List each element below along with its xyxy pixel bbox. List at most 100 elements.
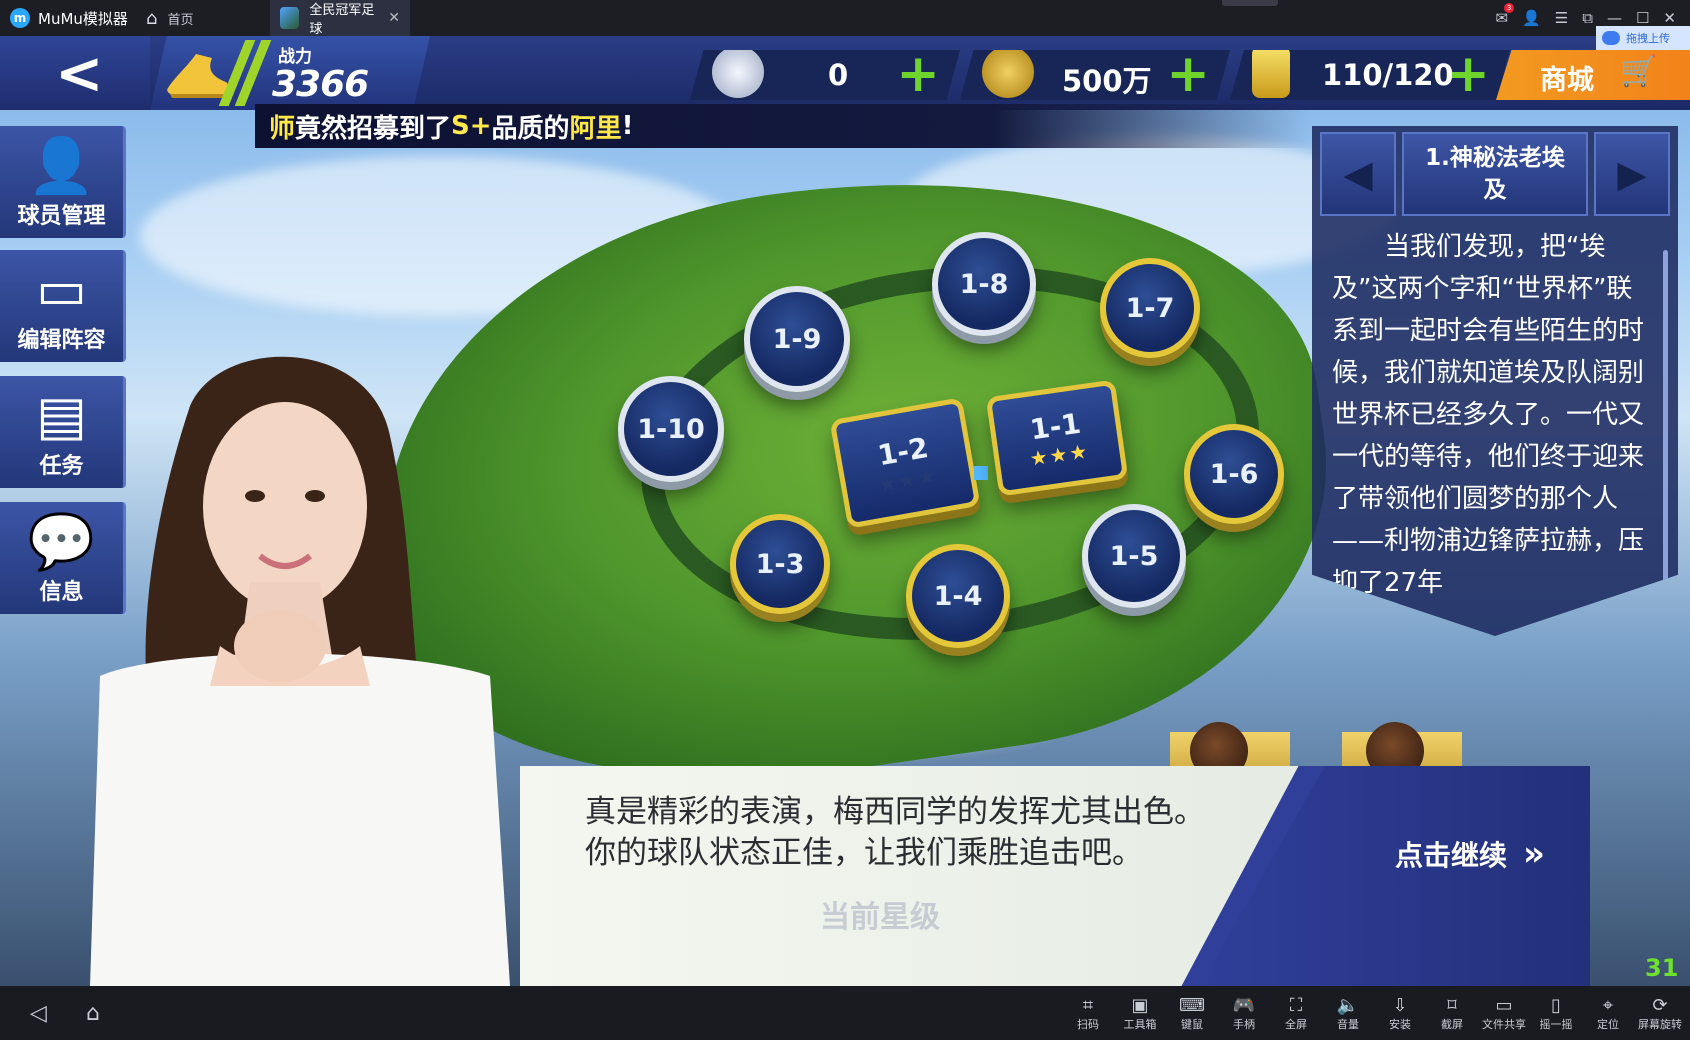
announce-quality: S+ bbox=[451, 111, 492, 141]
tool-volume[interactable]: 🔈 音量 bbox=[1322, 994, 1374, 1032]
side-menu-messages[interactable]: 💬 信息 bbox=[0, 502, 126, 614]
continue-button[interactable]: 点击继续 » bbox=[1395, 834, 1545, 874]
tool-label: 文件共享 bbox=[1482, 1018, 1526, 1031]
announce-text: 品质的 bbox=[491, 113, 570, 144]
minimize-icon[interactable]: — bbox=[1607, 9, 1622, 27]
star-icon: ★ bbox=[1067, 438, 1091, 465]
emulator-titlebar: m MuMu模拟器 ⌂ 首页 全民冠军足球 ✕ ✉ 3 👤 ☰ ⧉ — ☐ ✕ bbox=[0, 0, 1690, 37]
side-menu-edit-lineup[interactable]: ▭ 编辑阵容 bbox=[0, 250, 126, 362]
shop-label: 商城 bbox=[1540, 65, 1594, 96]
diamond-count: 0 bbox=[828, 58, 849, 92]
star-icon: ★ bbox=[915, 462, 940, 490]
tool-screenshot[interactable]: ⌑ 截屏 bbox=[1426, 994, 1478, 1032]
announcement-ribbon: 师 竟然招募到了 S+ 品质的 阿里 ! bbox=[255, 104, 1310, 148]
diamond-counter: 0 + bbox=[690, 50, 960, 100]
calendar-icon: ▤ bbox=[35, 384, 88, 447]
double-chevron-right-icon: » bbox=[1523, 834, 1545, 874]
stage-node-1-9[interactable]: 1-9 bbox=[744, 286, 850, 392]
restore-icon[interactable]: ⧉ bbox=[1582, 9, 1593, 27]
stage-node-1-7[interactable]: 1-7 bbox=[1100, 258, 1200, 358]
tab-home[interactable]: ⌂ 首页 bbox=[140, 8, 270, 29]
chapter-title: 1.神秘法老埃及 bbox=[1402, 132, 1588, 216]
announce-text: ! bbox=[621, 111, 634, 141]
tool-label: 音量 bbox=[1337, 1018, 1359, 1031]
ghost-text: 当前星级 bbox=[820, 900, 940, 935]
menu-icon[interactable]: ☰ bbox=[1555, 9, 1568, 27]
add-energy-button[interactable]: + bbox=[1446, 50, 1490, 100]
tool-rotate[interactable]: ⟳ 屏幕旋转 bbox=[1634, 994, 1686, 1032]
tool-location[interactable]: ⌖ 定位 bbox=[1582, 994, 1634, 1032]
tool-toolbox[interactable]: ▣ 工具箱 bbox=[1114, 994, 1166, 1032]
stage-label: 1-7 bbox=[1125, 292, 1175, 324]
fullscreen-icon: ⛶ bbox=[1289, 995, 1303, 1016]
tool-scan[interactable]: ⌗ 扫码 bbox=[1062, 994, 1114, 1032]
stage-node-1-8[interactable]: 1-8 bbox=[932, 232, 1036, 336]
energy-count: 110/120 bbox=[1322, 58, 1454, 92]
stage-label: 1-8 bbox=[959, 268, 1009, 300]
add-coin-button[interactable]: + bbox=[1166, 50, 1210, 100]
maximize-icon[interactable]: ☐ bbox=[1636, 9, 1649, 27]
keyboard-icon: ⌨ bbox=[1179, 995, 1205, 1016]
tab-game[interactable]: 全民冠军足球 ✕ bbox=[270, 0, 410, 37]
stage-label: 1-4 bbox=[933, 580, 983, 612]
tool-keyboard[interactable]: ⌨ 键鼠 bbox=[1166, 994, 1218, 1032]
stage-node-1-6[interactable]: 1-6 bbox=[1184, 424, 1284, 524]
toolbox-icon: ▣ bbox=[1131, 995, 1149, 1016]
tool-shake[interactable]: ▯ 摇一摇 bbox=[1530, 994, 1582, 1032]
app-brand: m MuMu模拟器 bbox=[0, 8, 140, 29]
game-viewport: 1-8 1-7 1-9 1-10 1-6 1-5 1-3 1-4 1-2 ★★★… bbox=[0, 36, 1690, 986]
emulator-bottombar: ◁ ⌂ ⌗ 扫码 ▣ 工具箱 ⌨ 键鼠 🎮 手柄 ⛶ 全屏 🔈 音量 ⇩ 安装 ⌑ 截屏 ▭ 文件… bbox=[0, 986, 1690, 1040]
tool-install[interactable]: ⇩ 安装 bbox=[1374, 994, 1426, 1032]
side-menu-label: 编辑阵容 bbox=[17, 328, 106, 353]
stage-node-1-4[interactable]: 1-4 bbox=[906, 544, 1010, 648]
add-diamond-button[interactable]: + bbox=[896, 50, 940, 100]
chapter-next-button[interactable]: ▶ bbox=[1594, 132, 1670, 216]
android-back-icon[interactable]: ◁ bbox=[30, 1001, 56, 1026]
side-menu-tasks[interactable]: ▤ 任务 bbox=[0, 376, 126, 488]
continue-label: 点击继续 bbox=[1395, 839, 1508, 872]
dialog-box[interactable]: 真是精彩的表演，梅西同学的发挥尤其出色。你的球队状态正佳，让我们乘胜追击吧。 点… bbox=[520, 766, 1590, 986]
back-button[interactable]: < bbox=[0, 36, 150, 110]
cloud-upload-icon bbox=[1602, 31, 1620, 45]
emulator-toolbar: ⌗ 扫码 ▣ 工具箱 ⌨ 键鼠 🎮 手柄 ⛶ 全屏 🔈 音量 ⇩ 安装 ⌑ 截屏 ▭ 文件共享 ▯… bbox=[1062, 994, 1690, 1032]
close-tab-icon[interactable]: ✕ bbox=[388, 10, 400, 26]
tab-home-label: 首页 bbox=[167, 12, 194, 28]
account-icon[interactable]: 👤 bbox=[1522, 9, 1541, 27]
tool-gamepad[interactable]: 🎮 手柄 bbox=[1218, 994, 1270, 1032]
stage-label: 1-6 bbox=[1209, 458, 1259, 490]
stage-node-1-3[interactable]: 1-3 bbox=[730, 514, 830, 614]
stage-node-1-5[interactable]: 1-5 bbox=[1082, 504, 1186, 608]
drag-handle[interactable] bbox=[1222, 0, 1278, 6]
tool-label: 全屏 bbox=[1285, 1018, 1307, 1031]
triangle-left-icon: ◀ bbox=[1343, 152, 1373, 196]
stage-tile-1-1[interactable]: 1-1 ★★★ bbox=[985, 379, 1129, 497]
tool-fullscreen[interactable]: ⛶ 全屏 bbox=[1270, 994, 1322, 1032]
mail-icon[interactable]: ✉ 3 bbox=[1496, 3, 1515, 27]
coin-icon bbox=[982, 50, 1034, 98]
mail-badge: 3 bbox=[1504, 3, 1515, 13]
close-window-icon[interactable]: ✕ bbox=[1663, 9, 1676, 27]
stage-node-1-10[interactable]: 1-10 bbox=[618, 376, 724, 482]
side-menu-label: 球员管理 bbox=[17, 204, 106, 229]
coin-counter: 500万 + bbox=[960, 50, 1230, 100]
chapter-scrollbar[interactable] bbox=[1663, 250, 1668, 610]
chapter-prev-button[interactable]: ◀ bbox=[1320, 132, 1396, 216]
drag-upload-button[interactable]: 拖拽上传 bbox=[1596, 26, 1690, 50]
chapter-panel: ◀ 1.神秘法老埃及 ▶ 当我们发现，把“埃及”这两个字和“世界杯”联系到一起时… bbox=[1312, 126, 1678, 636]
tool-label: 安装 bbox=[1389, 1018, 1411, 1031]
scan-icon: ⌗ bbox=[1082, 995, 1094, 1016]
stage-tile-1-2[interactable]: 1-2 ★★★ bbox=[829, 397, 981, 529]
path-connector bbox=[974, 466, 988, 480]
gamepad-icon: 🎮 bbox=[1232, 995, 1256, 1016]
android-home-icon[interactable]: ⌂ bbox=[86, 1001, 112, 1026]
power-panel: 战力 3366 bbox=[150, 36, 430, 110]
power-value: 3366 bbox=[272, 64, 369, 105]
window-controls: ✉ 3 👤 ☰ ⧉ — ☐ ✕ bbox=[1496, 3, 1690, 27]
stage-label: 1-3 bbox=[755, 548, 805, 580]
shop-button[interactable]: 商城 🛒 bbox=[1496, 50, 1690, 100]
tool-label: 截屏 bbox=[1441, 1018, 1463, 1031]
chat-icon: 💬 bbox=[27, 510, 96, 573]
tool-file-share[interactable]: ▭ 文件共享 bbox=[1478, 994, 1530, 1032]
tool-label: 工具箱 bbox=[1123, 1018, 1157, 1031]
side-menu-player-management[interactable]: 👤 球员管理 bbox=[0, 126, 126, 238]
